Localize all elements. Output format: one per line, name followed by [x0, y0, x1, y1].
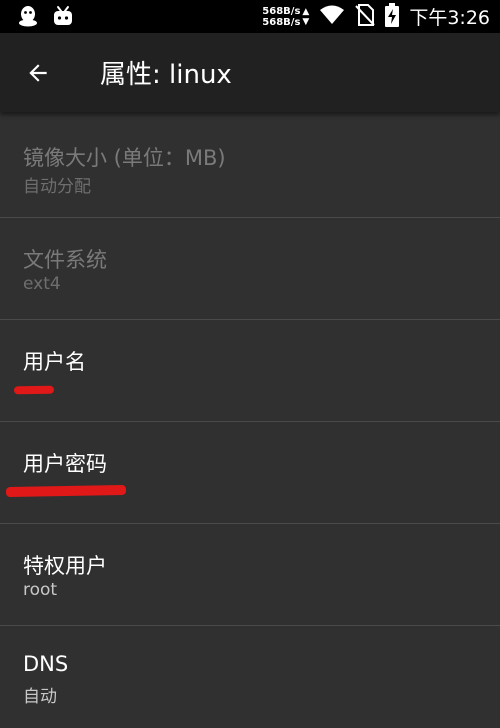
- pref-title: 镜像大小 (单位：MB): [23, 146, 226, 170]
- pref-summary: root: [23, 580, 58, 600]
- pref-summary: 自动分配: [23, 177, 91, 197]
- qq-icon: [18, 5, 38, 31]
- status-bar-system: 568B/s 568B/s ▲ ▼ 下午3:26: [262, 0, 490, 33]
- pref-username[interactable]: 用户名: [0, 320, 500, 422]
- back-button[interactable]: [14, 49, 62, 97]
- clock: 下午3:26: [409, 7, 490, 29]
- page-title: 属性: linux: [100, 60, 232, 90]
- pref-title: 用户名: [23, 350, 86, 374]
- pref-summary: 自动: [23, 687, 57, 707]
- pref-summary: ext4: [23, 274, 61, 294]
- no-sim-icon: [355, 3, 376, 30]
- preference-list: 镜像大小 (单位：MB) 自动分配 文件系统 ext4 用户名 用户密码 特权用…: [0, 116, 500, 728]
- redaction-mark: [5, 484, 127, 498]
- pref-image-size[interactable]: 镜像大小 (单位：MB) 自动分配: [0, 116, 500, 218]
- pref-password[interactable]: 用户密码: [0, 422, 500, 524]
- pref-title: 用户密码: [23, 452, 107, 476]
- network-speed: 568B/s 568B/s: [262, 5, 301, 28]
- up-down-arrows-icon: ▲ ▼: [302, 6, 310, 27]
- app-bar: 属性: linux: [0, 33, 500, 112]
- bilibili-icon: [52, 5, 74, 31]
- status-bar: 568B/s 568B/s ▲ ▼ 下午3:26: [0, 0, 500, 33]
- pref-title: 特权用户: [23, 554, 107, 578]
- redaction-mark: [13, 385, 55, 395]
- pref-title: 文件系统: [23, 248, 107, 272]
- pref-title: DNS: [23, 652, 69, 676]
- status-bar-notifications: [18, 5, 74, 31]
- pref-filesystem[interactable]: 文件系统 ext4: [0, 218, 500, 320]
- arrow-left-icon: [29, 64, 47, 82]
- pref-dns[interactable]: DNS 自动: [0, 626, 500, 728]
- pref-superuser[interactable]: 特权用户 root: [0, 524, 500, 626]
- battery-charging-icon: [385, 2, 400, 31]
- wifi-icon: [319, 5, 345, 29]
